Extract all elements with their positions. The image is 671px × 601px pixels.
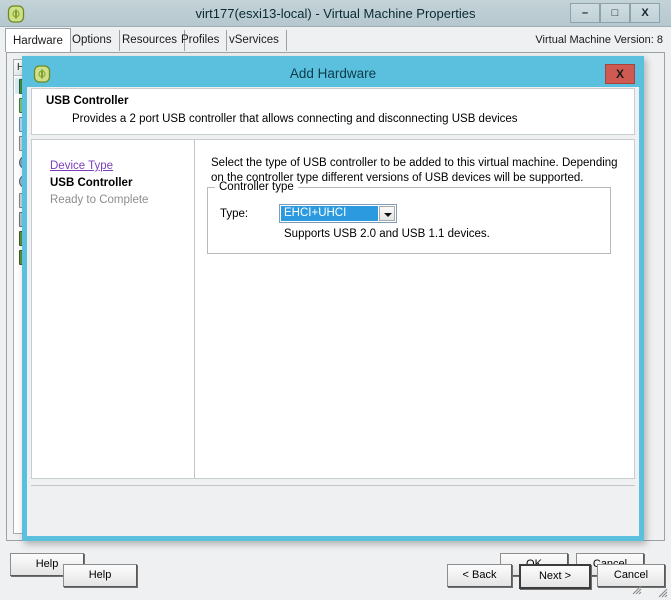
- vm-version-label: Virtual Machine Version: 8: [535, 34, 663, 46]
- wizard-step-list: Device Type USB Controller Ready to Comp…: [32, 140, 195, 478]
- controller-type-groupbox: Controller type Type: EHCI+UHCI Supports…: [207, 181, 611, 254]
- resize-grip-icon[interactable]: [656, 586, 668, 598]
- controller-type-select[interactable]: EHCI+UHCI: [279, 204, 397, 223]
- tab-vservices[interactable]: vServices: [222, 30, 287, 51]
- chevron-down-icon[interactable]: [379, 206, 395, 221]
- add-hardware-title: Add Hardware: [289, 66, 377, 81]
- minimize-button[interactable]: –: [570, 3, 600, 23]
- dialog-close-button[interactable]: X: [605, 64, 635, 84]
- dialog-body: Device Type USB Controller Ready to Comp…: [31, 139, 635, 479]
- tab-profiles[interactable]: Profiles: [174, 30, 228, 51]
- wizard-step-ready-to-complete: Ready to Complete: [50, 194, 149, 206]
- add-hardware-dialog: Add Hardware X USB Controller Provides a…: [22, 56, 665, 595]
- dialog-main-pane: Select the type of USB controller to be …: [195, 140, 635, 478]
- controller-type-value[interactable]: EHCI+UHCI: [281, 206, 378, 221]
- vm-window-titlebar: virt177(esxi13-local) - Virtual Machine …: [0, 0, 671, 27]
- dialog-next-button[interactable]: Next >: [519, 564, 591, 589]
- wizard-step-usb-controller: USB Controller: [50, 177, 133, 189]
- dialog-help-button[interactable]: Help: [63, 564, 137, 587]
- controller-type-legend: Controller type: [215, 181, 298, 193]
- dialog-back-button[interactable]: < Back: [447, 564, 512, 587]
- add-hardware-titlebar: Add Hardware X: [27, 61, 639, 87]
- vm-tabstrip: Hardware Options Resources Profiles vSer…: [0, 27, 671, 52]
- tab-options[interactable]: Options: [65, 30, 120, 51]
- dialog-resize-grip-icon[interactable]: [631, 584, 642, 595]
- type-label: Type:: [220, 208, 249, 220]
- wizard-step-device-type[interactable]: Device Type: [50, 158, 194, 175]
- dialog-header-subtitle: Provides a 2 port USB controller that al…: [72, 113, 518, 125]
- controller-type-hint: Supports USB 2.0 and USB 1.1 devices.: [284, 228, 490, 240]
- close-button[interactable]: X: [630, 3, 660, 23]
- tab-hardware[interactable]: Hardware: [5, 28, 71, 52]
- dialog-header-title: USB Controller: [46, 95, 129, 107]
- dialog-footer-separator: [31, 485, 635, 529]
- dialog-header-band: USB Controller Provides a 2 port USB con…: [31, 88, 635, 135]
- maximize-button[interactable]: □: [600, 3, 630, 23]
